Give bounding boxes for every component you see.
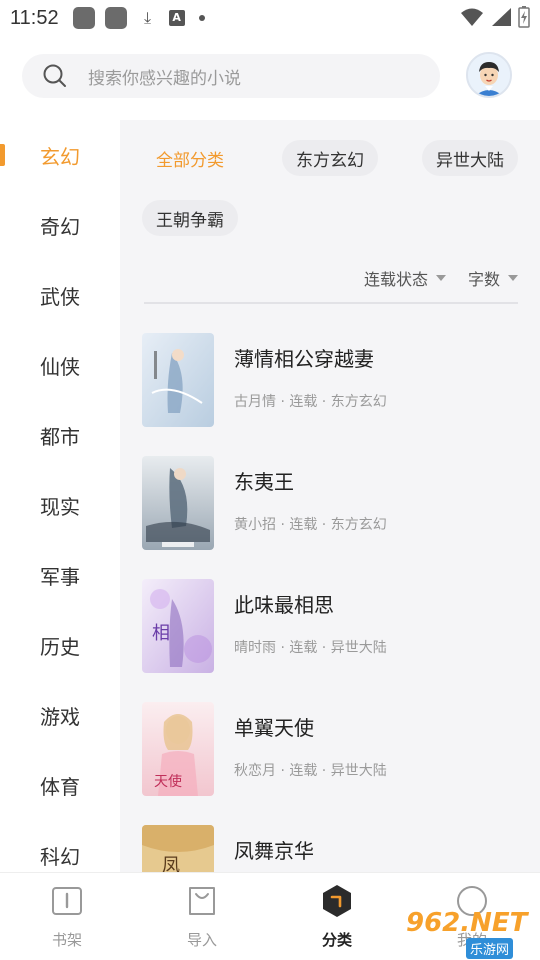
svg-text:天使: 天使 bbox=[154, 773, 182, 790]
category-sidebar: 玄幻 奇幻 武侠 仙侠 都市 现实 军事 历史 游戏 体育 科幻 bbox=[0, 120, 120, 872]
app-notification-icon bbox=[104, 7, 127, 29]
book-cover: 天使 bbox=[142, 702, 214, 796]
sidebar-item-label: 军事 bbox=[40, 564, 80, 589]
book-item[interactable]: 凤 凤舞京华 bbox=[142, 825, 522, 872]
sidebar-item-junshi[interactable]: 军事 bbox=[0, 540, 120, 610]
avatar[interactable] bbox=[466, 52, 512, 98]
status-filter-label: 连载状态 bbox=[363, 270, 428, 289]
text-a-icon: A bbox=[168, 10, 185, 26]
sidebar-item-xuanhuan[interactable]: 玄幻 bbox=[0, 120, 120, 190]
sidebar-item-xianxia[interactable]: 仙侠 bbox=[0, 330, 120, 400]
download-icon: ⤓ bbox=[144, 8, 152, 27]
book-item[interactable]: 东夷王 黄小招 · 连载 · 东方玄幻 bbox=[142, 456, 522, 552]
sidebar-item-label: 游戏 bbox=[40, 704, 80, 729]
sidebar-item-label: 仙侠 bbox=[40, 354, 80, 379]
book-cover: 相 bbox=[142, 579, 214, 673]
import-bag-icon bbox=[184, 883, 220, 919]
divider bbox=[144, 302, 518, 304]
chip-label: 异世大陆 bbox=[436, 150, 504, 171]
sidebar-item-label: 科幻 bbox=[40, 844, 80, 869]
sidebar-item-label: 历史 bbox=[40, 634, 80, 659]
category-icon bbox=[319, 883, 355, 919]
sidebar-item-dushi[interactable]: 都市 bbox=[0, 400, 120, 470]
chip-all-categories[interactable]: 全部分类 bbox=[142, 140, 238, 176]
chip-eastern-fantasy[interactable]: 东方玄幻 bbox=[282, 140, 378, 176]
book-title: 东夷王 bbox=[234, 470, 294, 494]
sidebar-item-label: 现实 bbox=[40, 494, 80, 519]
sidebar-item-tiyu[interactable]: 体育 bbox=[0, 750, 120, 820]
app-notification-icon bbox=[72, 7, 95, 29]
chip-label: 王朝争霸 bbox=[156, 210, 224, 231]
svg-text:相: 相 bbox=[152, 623, 170, 644]
caret-down-icon bbox=[435, 275, 446, 281]
book-meta: 秋恋月 · 连载 · 异世大陆 bbox=[234, 763, 387, 779]
chip-label: 东方玄幻 bbox=[296, 150, 364, 171]
bookshelf-icon bbox=[49, 883, 85, 919]
system-icons bbox=[460, 6, 530, 28]
search-icon bbox=[43, 64, 66, 87]
battery-icon bbox=[518, 6, 530, 28]
book-meta: 黄小招 · 连载 · 东方玄幻 bbox=[234, 517, 387, 533]
user-avatar-icon bbox=[468, 54, 510, 96]
sidebar-item-xianshi[interactable]: 现实 bbox=[0, 470, 120, 540]
sidebar-item-youxi[interactable]: 游戏 bbox=[0, 680, 120, 750]
header: 搜索你感兴趣的小说 bbox=[0, 36, 540, 120]
watermark-subtext: 乐游网 bbox=[466, 938, 514, 959]
notification-icons: ⤓ A bbox=[72, 7, 205, 29]
nav-label: 分类 bbox=[321, 931, 352, 949]
nav-label: 导入 bbox=[186, 931, 217, 949]
signal-icon bbox=[492, 8, 511, 26]
book-meta: 古月情 · 连载 · 东方玄幻 bbox=[234, 394, 387, 410]
more-dot-icon bbox=[198, 15, 205, 21]
status-bar: 11:52 ⤓ A bbox=[0, 0, 540, 36]
svg-text:凤: 凤 bbox=[162, 855, 180, 872]
book-list-panel: 全部分类 东方玄幻 异世大陆 王朝争霸 连载状态 字数 薄情相公穿越妻 古月情 … bbox=[120, 120, 540, 872]
book-cover: 凤 bbox=[142, 825, 214, 872]
search-bar[interactable]: 搜索你感兴趣的小说 bbox=[22, 54, 440, 98]
sidebar-item-label: 奇幻 bbox=[40, 214, 80, 239]
sidebar-item-qihuan[interactable]: 奇幻 bbox=[0, 190, 120, 260]
search-placeholder: 搜索你感兴趣的小说 bbox=[88, 68, 241, 89]
book-meta: 晴时雨 · 连载 · 异世大陆 bbox=[234, 640, 387, 656]
nav-bookshelf[interactable]: 书架 bbox=[22, 883, 112, 950]
chip-label: 全部分类 bbox=[156, 150, 224, 171]
status-filter-dropdown[interactable]: 连载状态 bbox=[364, 266, 446, 290]
status-time: 11:52 bbox=[10, 6, 59, 29]
word-count-filter-dropdown[interactable]: 字数 bbox=[468, 266, 518, 290]
caret-down-icon bbox=[508, 275, 518, 281]
book-item[interactable]: 相 此味最相思 晴时雨 · 连载 · 异世大陆 bbox=[142, 579, 522, 675]
chip-dynasty[interactable]: 王朝争霸 bbox=[142, 200, 238, 236]
book-item[interactable]: 薄情相公穿越妻 古月情 · 连载 · 东方玄幻 bbox=[142, 333, 522, 429]
active-indicator bbox=[0, 144, 5, 166]
chip-otherworld[interactable]: 异世大陆 bbox=[422, 140, 518, 176]
book-cover bbox=[142, 456, 214, 550]
sidebar-item-wuxia[interactable]: 武侠 bbox=[0, 260, 120, 330]
watermark-text: 962.NET bbox=[406, 908, 528, 938]
sidebar-item-label: 武侠 bbox=[40, 284, 80, 309]
nav-import[interactable]: 导入 bbox=[157, 883, 247, 950]
book-cover bbox=[142, 333, 214, 427]
watermark-logo: 962.NET 乐游网 bbox=[400, 908, 536, 959]
sidebar-item-label: 体育 bbox=[40, 774, 80, 799]
sidebar-item-lishi[interactable]: 历史 bbox=[0, 610, 120, 680]
wifi-icon bbox=[461, 8, 483, 26]
book-title: 薄情相公穿越妻 bbox=[234, 347, 374, 371]
book-title: 单翼天使 bbox=[234, 716, 314, 740]
filter-row: 连载状态 字数 bbox=[364, 266, 518, 290]
sidebar-item-label: 玄幻 bbox=[40, 144, 80, 169]
nav-label: 书架 bbox=[51, 931, 82, 949]
book-title: 凤舞京华 bbox=[234, 839, 314, 863]
sidebar-item-label: 都市 bbox=[40, 424, 80, 449]
word-count-filter-label: 字数 bbox=[467, 270, 500, 289]
book-item[interactable]: 天使 单翼天使 秋恋月 · 连载 · 异世大陆 bbox=[142, 702, 522, 798]
book-title: 此味最相思 bbox=[234, 593, 334, 617]
nav-category[interactable]: 分类 bbox=[292, 883, 382, 950]
